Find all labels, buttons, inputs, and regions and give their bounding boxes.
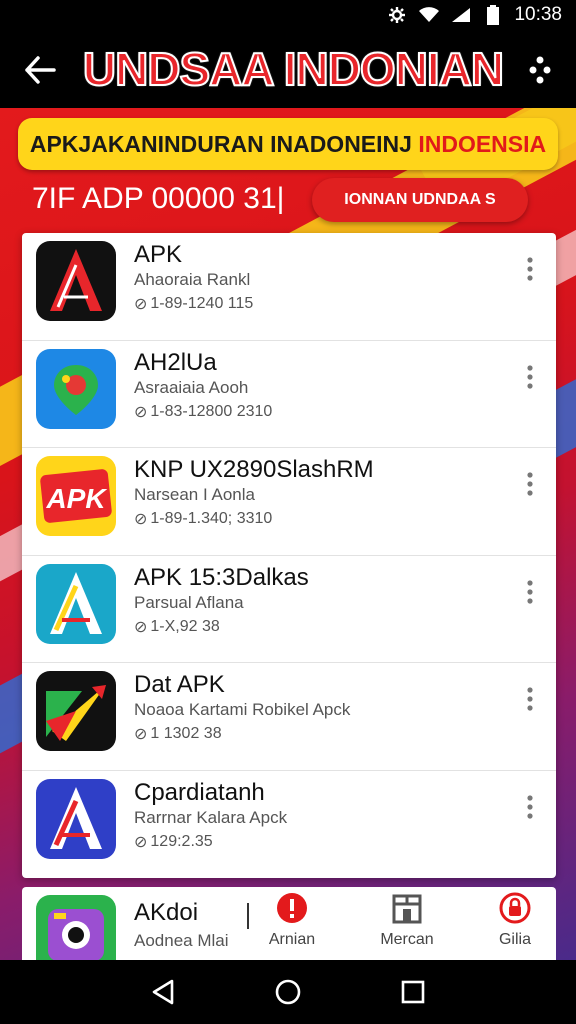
- app-header: UNDSAA INDONIAN: [0, 30, 576, 108]
- app-meta: ⊘ 1-83-12800 2310: [134, 402, 272, 422]
- alert-icon: [275, 891, 309, 925]
- row-menu-button[interactable]: [518, 255, 542, 283]
- banner-text: APKJAKANINDURAN INADONEINJ: [29, 130, 412, 157]
- app-meta: ⊘ 1-89-1240 115: [134, 294, 253, 314]
- verified-icon: ⊘: [134, 618, 148, 636]
- settings-status-icon: [386, 5, 408, 25]
- system-home-button[interactable]: [268, 972, 308, 1012]
- kebab-icon: [527, 257, 533, 281]
- nav-tab-arnian[interactable]: Arnian: [247, 891, 337, 957]
- row-menu-button[interactable]: [518, 363, 542, 391]
- app-name: AH2lUa: [134, 348, 217, 376]
- list-item[interactable]: Dat APK Noaoa Kartami Robikel Apck ⊘ 1 13…: [22, 663, 556, 771]
- system-recents-button[interactable]: [393, 972, 433, 1012]
- app-meta-text: 1-83-12800 2310: [150, 402, 273, 420]
- app-developer: Noaoa Kartami Robikel Apck: [134, 700, 351, 719]
- kebab-icon: [527, 794, 533, 819]
- app-meta-text: 1-89-1.340; 3310: [150, 510, 273, 527]
- system-back-button[interactable]: [143, 972, 183, 1012]
- app-meta-text: 1-X,92 38: [150, 617, 220, 635]
- cta-button[interactable]: IONNAN UDNDAA S: [312, 178, 528, 222]
- list-item[interactable]: APK 15:3Dalkas Parsual Aflana ⊘ 1-X,92 38: [22, 556, 556, 663]
- bottom-bar: AKdoi Aodnea Mlai Arnian Mercan Gilia: [22, 887, 556, 960]
- app-name: APK 15:3Dalkas: [134, 563, 309, 591]
- subline-text: 7IF ADP 00000 31|: [32, 182, 285, 215]
- kebab-icon: [527, 579, 533, 604]
- promo-banner: APKJAKANINDURAN INADONEINJ INDOENSIA: [18, 118, 558, 170]
- square-recents-icon: [402, 980, 425, 1004]
- page-title: UNDSAA INDONIAN: [82, 42, 505, 96]
- app-name: Dat APK: [134, 671, 225, 698]
- camera-app-icon: [36, 895, 116, 960]
- nav-tab-mercan[interactable]: Mercan: [362, 891, 452, 957]
- app-meta: ⊘ 1-89-1.340; 3310: [134, 509, 272, 529]
- more-options-button[interactable]: [518, 48, 562, 92]
- kebab-icon: [527, 364, 533, 389]
- verified-icon: ⊘: [134, 296, 148, 313]
- app-logo-arrow-icon: [36, 671, 116, 751]
- app-name: KNP UX2890SlashRM: [134, 456, 374, 483]
- kebab-icon: [527, 472, 533, 496]
- row-menu-button[interactable]: [518, 793, 542, 821]
- list-item[interactable]: Cpardiatanh Rarrnar Kalara Apck ⊘ 129:2.3…: [22, 771, 556, 879]
- battery-icon: [482, 5, 504, 25]
- system-nav-bar: [0, 960, 576, 1024]
- verified-icon: ⊘: [134, 403, 148, 421]
- nav-tab-gilia[interactable]: Gilia: [470, 891, 556, 957]
- kebab-icon: [527, 687, 533, 711]
- triangle-back-icon: [152, 979, 173, 1005]
- status-time: 10:38: [514, 4, 562, 25]
- banner-accent-text: INDOENSIA: [418, 130, 547, 157]
- circle-home-icon: [275, 979, 301, 1005]
- store-icon: [390, 891, 424, 925]
- row-menu-button[interactable]: [518, 685, 542, 713]
- verified-icon: ⊘: [134, 833, 148, 851]
- back-button[interactable]: [18, 48, 62, 92]
- signal-icon: [450, 5, 472, 25]
- apk-logo-red-icon: APK: [36, 456, 116, 536]
- verified-icon: ⊘: [134, 511, 148, 528]
- app-developer: Parsual Aflana: [134, 592, 244, 612]
- nav-label: Gilia: [498, 931, 531, 948]
- app-list: APK Ahaoraia Rankl ⊘ 1-89-1240 115 AH2lUa…: [22, 233, 556, 878]
- row-menu-button[interactable]: [518, 470, 542, 498]
- app-developer: Aodnea Mlai: [134, 931, 229, 950]
- app-meta: ⊘ 1 1302 38: [134, 724, 222, 744]
- nav-label: Arnian: [268, 931, 316, 948]
- app-meta: ⊘ 129:2.35: [134, 832, 213, 852]
- app-meta: ⊘ 1-X,92 38: [134, 617, 220, 637]
- app-meta-text: 129:2.35: [150, 832, 213, 850]
- app-meta-text: 1 1302 38: [150, 725, 222, 742]
- map-pin-app-icon: [36, 348, 116, 429]
- app-logo-a-dark-icon: [36, 241, 116, 321]
- list-item[interactable]: APK Ahaoraia Rankl ⊘ 1-89-1240 115: [22, 233, 556, 341]
- wifi-icon: [418, 5, 440, 25]
- app-name: Cpardiatanh: [134, 778, 265, 806]
- app-developer: Narsean I Aonla: [134, 485, 255, 504]
- dots-cluster-icon: [529, 56, 551, 84]
- app-logo-a-teal-icon: [36, 563, 116, 644]
- status-bar: 10:38: [0, 0, 576, 30]
- app-developer: Ahaoraia Rankl: [134, 270, 251, 289]
- svg-text:APK: APK: [45, 483, 107, 514]
- row-menu-button[interactable]: [518, 578, 542, 606]
- verified-icon: ⊘: [134, 726, 148, 743]
- app-meta-text: 1-89-1240 115: [150, 295, 254, 312]
- app-logo-a-blue-icon: [36, 778, 116, 859]
- app-name: AKdoi: [134, 899, 199, 926]
- app-developer: Rarrnar Kalara Apck: [134, 807, 288, 827]
- lock-icon: [498, 891, 532, 925]
- nav-label: Mercan: [380, 931, 434, 948]
- arrow-left-icon: [25, 56, 56, 84]
- list-item[interactable]: APK KNP UX2890SlashRM Narsean I Aonla ⊘ 1…: [22, 448, 556, 556]
- app-developer: Asraaiaia Aooh: [134, 377, 249, 397]
- list-item[interactable]: AH2lUa Asraaiaia Aooh ⊘ 1-83-12800 2310: [22, 341, 556, 448]
- app-name: APK: [134, 241, 183, 268]
